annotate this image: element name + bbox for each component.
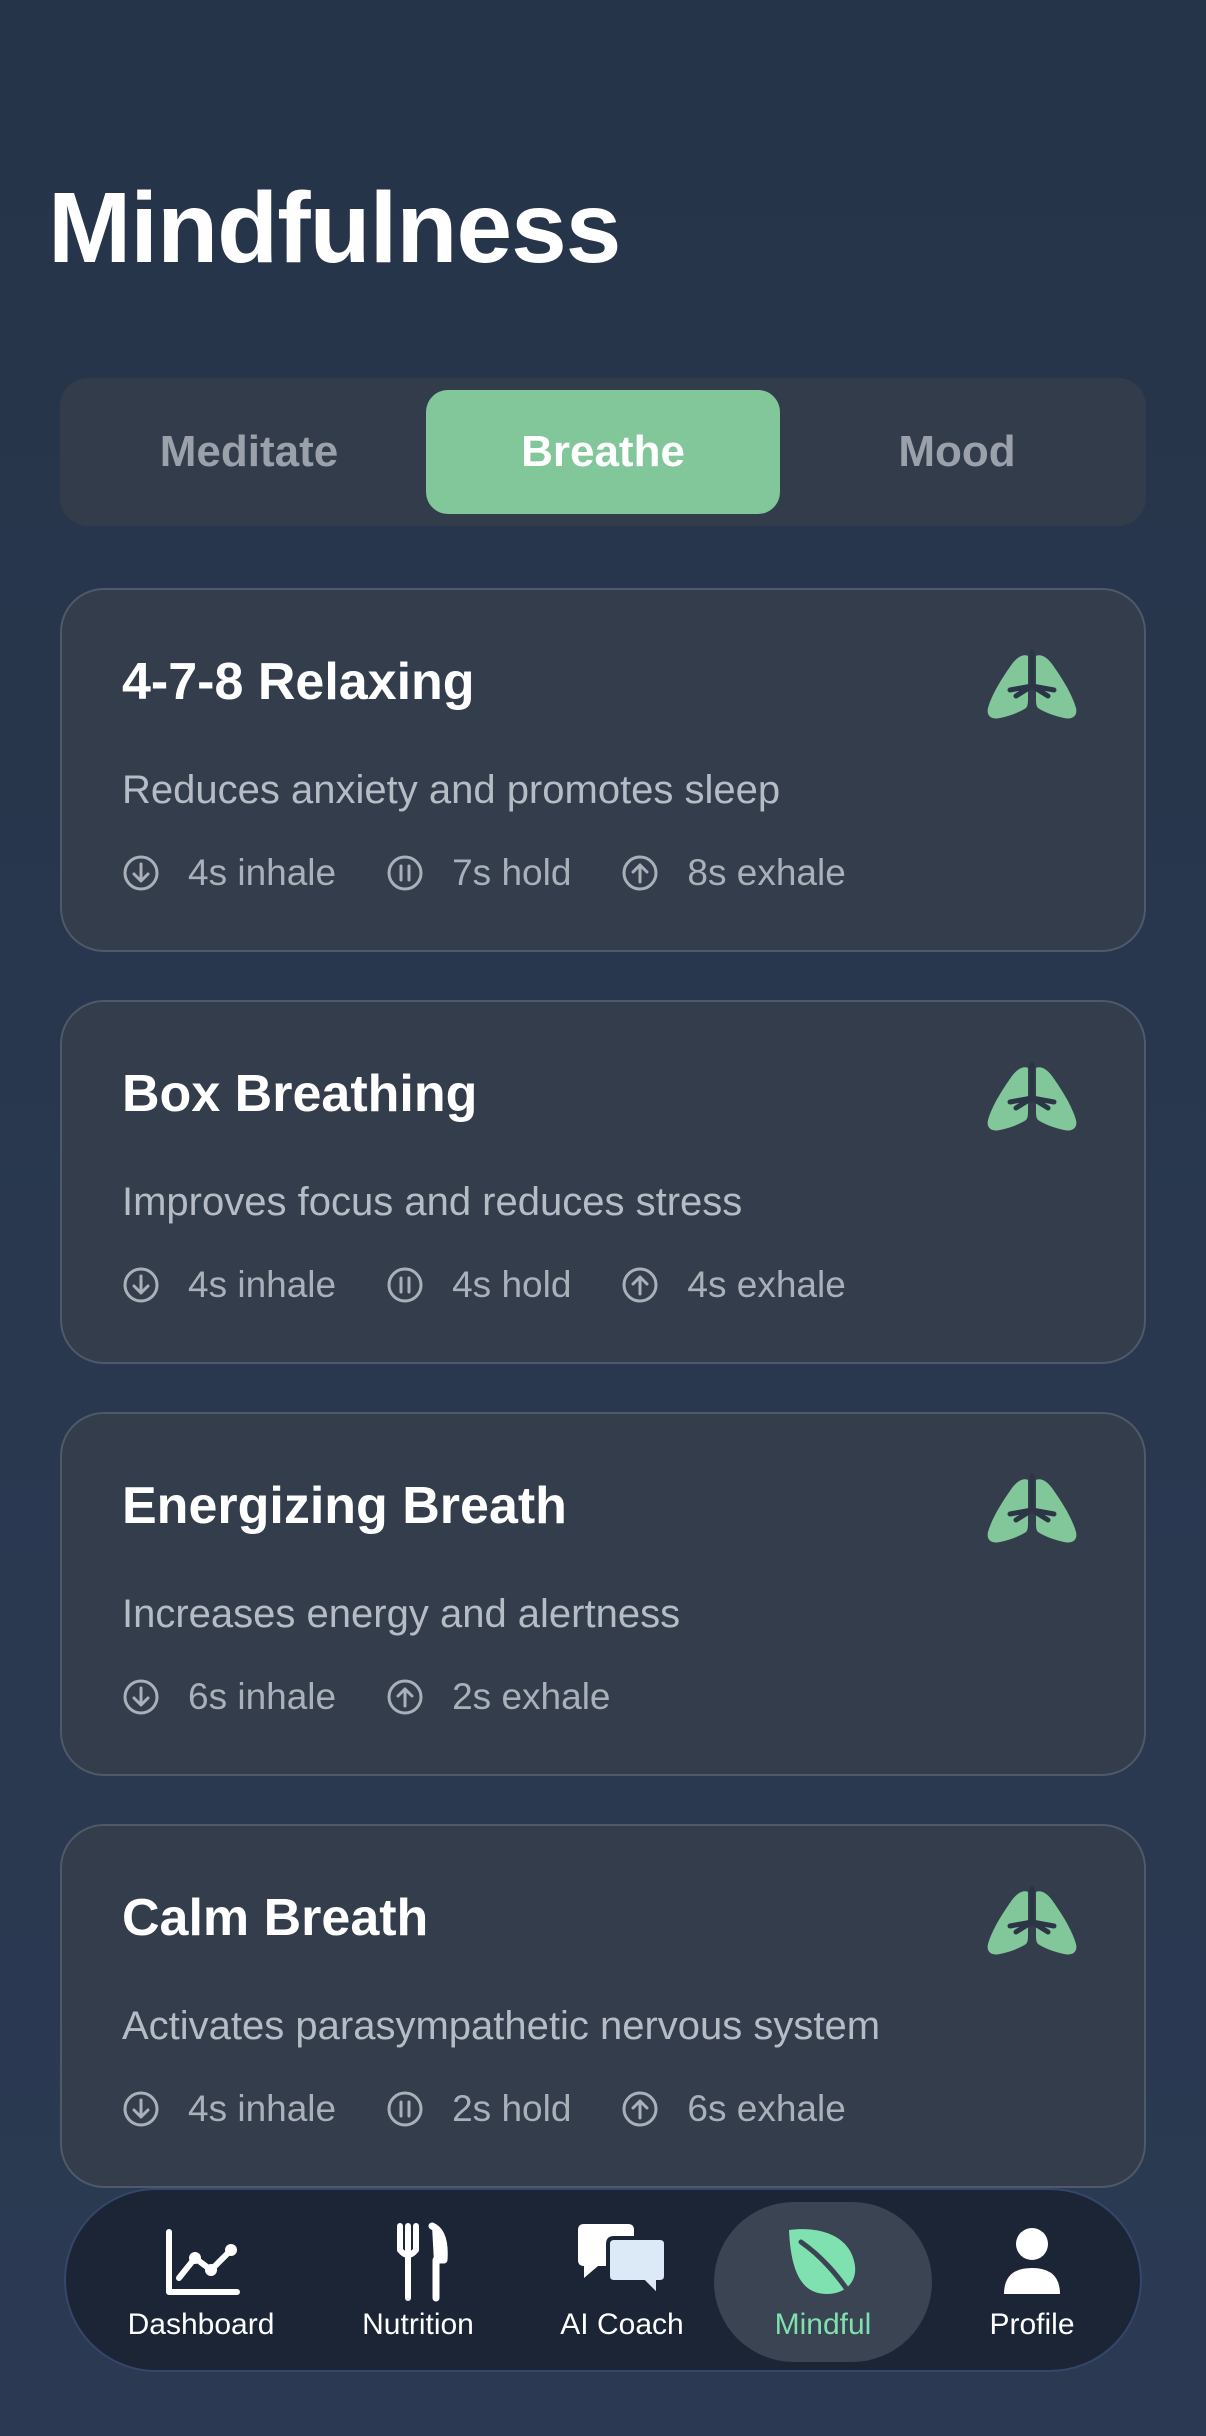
lungs-icon [987, 1474, 1077, 1543]
leaf-icon [789, 2229, 856, 2301]
exercise-title: Box Breathing [122, 1065, 478, 1123]
tab-dashboard[interactable]: Dashboard [106, 2190, 296, 2374]
tab-label: Profile [989, 2308, 1075, 2341]
phase-label: 7s hold [452, 852, 572, 893]
bottom-tab-bar: Dashboard Nutrition AI Coach Mindful Pro… [64, 2188, 1142, 2372]
arrow-up-circle-icon [387, 1679, 423, 1715]
phase-exhale: 8s exhale [621, 852, 846, 894]
chat-bubbles-icon [578, 2224, 668, 2301]
phase-inhale: 4s inhale [122, 852, 336, 894]
exercise-description: Reduces anxiety and promotes sleep [122, 768, 781, 812]
phase-label: 8s exhale [687, 852, 846, 893]
tab-label: Dashboard [127, 2308, 275, 2341]
phase-list: 4s inhale 2s hold 6s exhale [122, 2088, 896, 2130]
phase-label: 4s inhale [188, 1264, 337, 1305]
arrow-up-circle-icon [622, 855, 658, 891]
arrow-down-circle-icon [123, 2091, 159, 2127]
phase-list: 4s inhale 7s hold 8s exhale [122, 852, 896, 894]
chart-line-icon [166, 2229, 240, 2295]
exercise-card-box[interactable]: Box Breathing Improves focus and reduces… [60, 1000, 1146, 1364]
arrow-down-circle-icon [123, 1267, 159, 1303]
phase-label: 4s exhale [687, 1264, 846, 1305]
phase-hold: 4s hold [386, 1264, 571, 1306]
arrow-up-circle-icon [622, 1267, 658, 1303]
exercise-title: 4-7-8 Relaxing [122, 653, 475, 711]
tab-label: AI Coach [560, 2308, 684, 2341]
page-title: Mindfulness [48, 172, 621, 284]
exercise-card-calm[interactable]: Calm Breath Activates parasympathetic ne… [60, 1824, 1146, 2188]
lungs-icon [987, 650, 1077, 719]
phase-label: 2s hold [452, 2088, 572, 2129]
arrow-up-circle-icon [622, 2091, 658, 2127]
tab-ai-coach[interactable]: AI Coach [532, 2190, 712, 2374]
phase-inhale: 4s inhale [122, 1264, 336, 1306]
person-icon [1004, 2228, 1060, 2294]
pause-circle-icon [387, 2091, 423, 2127]
tab-nutrition[interactable]: Nutrition [328, 2190, 508, 2374]
exercise-description: Improves focus and reduces stress [122, 1180, 743, 1224]
segment-meditate[interactable]: Meditate [72, 390, 426, 514]
segment-breathe[interactable]: Breathe [426, 390, 780, 514]
exercise-card-relaxing[interactable]: 4-7-8 Relaxing Reduces anxiety and promo… [60, 588, 1146, 952]
exercise-description: Activates parasympathetic nervous system [122, 2004, 881, 2048]
exercise-description: Increases energy and alertness [122, 1592, 681, 1636]
pause-circle-icon [387, 1267, 423, 1303]
arrow-down-circle-icon [123, 1679, 159, 1715]
tab-mindful[interactable]: Mindful [714, 2202, 932, 2362]
phase-label: 6s inhale [188, 1676, 337, 1717]
phase-label: 4s inhale [188, 2088, 337, 2129]
tab-profile[interactable]: Profile [962, 2190, 1102, 2374]
phase-inhale: 4s inhale [122, 2088, 336, 2130]
phase-list: 6s inhale 2s exhale [122, 1676, 661, 1718]
exercise-title: Calm Breath [122, 1889, 429, 1947]
phase-exhale: 4s exhale [621, 1264, 846, 1306]
phase-exhale: 6s exhale [621, 2088, 846, 2130]
arrow-down-circle-icon [123, 855, 159, 891]
fork-knife-icon [397, 2222, 448, 2302]
segment-mood[interactable]: Mood [780, 390, 1134, 514]
phase-hold: 7s hold [386, 852, 571, 894]
exercise-card-energizing[interactable]: Energizing Breath Increases energy and a… [60, 1412, 1146, 1776]
phase-label: 6s exhale [687, 2088, 846, 2129]
pause-circle-icon [387, 855, 423, 891]
exercise-title: Energizing Breath [122, 1477, 567, 1535]
phase-label: 4s hold [452, 1264, 572, 1305]
tab-label: Mindful [774, 2308, 872, 2341]
phase-list: 4s inhale 4s hold 4s exhale [122, 1264, 896, 1306]
phase-inhale: 6s inhale [122, 1676, 336, 1718]
phase-exhale: 2s exhale [386, 1676, 611, 1718]
phase-label: 2s exhale [452, 1676, 611, 1717]
segmented-control: Meditate Breathe Mood [60, 378, 1146, 526]
phase-label: 4s inhale [188, 852, 337, 893]
phase-hold: 2s hold [386, 2088, 571, 2130]
lungs-icon [987, 1062, 1077, 1131]
tab-label: Nutrition [362, 2308, 474, 2341]
lungs-icon [987, 1886, 1077, 1955]
